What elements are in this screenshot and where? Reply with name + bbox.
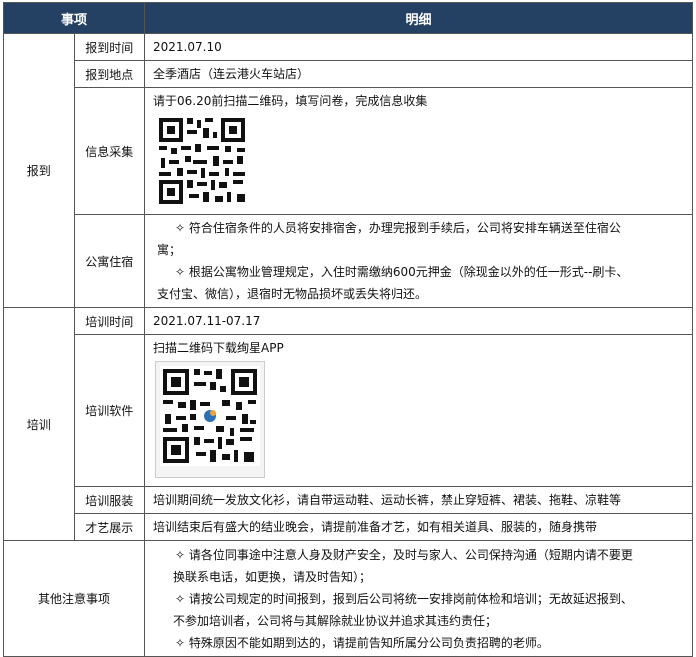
apt-detail: ✧ 符合住宿条件的人员将安排宿舍，办理完报到手续后，公司将安排车辆送至住宿公 寓… bbox=[144, 214, 693, 308]
talent-label: 才艺展示 bbox=[73, 513, 145, 541]
report-time-value: 2021.07.10 bbox=[144, 33, 693, 61]
software-text: 扫描二维码下载绚星APP bbox=[153, 341, 284, 355]
table-row: 信息采集 请于06.20前扫描二维码，填写问卷，完成信息收集 bbox=[4, 87, 693, 215]
app-download-qr-code[interactable] bbox=[160, 366, 260, 466]
apt-line: 寓； bbox=[157, 243, 182, 257]
table-row: 报到地点 全季酒店（连云港火车站店） bbox=[4, 60, 693, 88]
note-line: 换联系电话，如更换，请及时告知）； bbox=[173, 569, 372, 584]
report-place-label: 报到地点 bbox=[73, 60, 145, 88]
header-detail: 明细 bbox=[144, 2, 693, 34]
apt-line: ✧ 根据公寓物业管理规定，入住时需缴纳600元押金（除现金以外的任一形式--刷卡… bbox=[175, 265, 629, 279]
table-row: 培训软件 扫描二维码下载绚星APP bbox=[4, 334, 693, 487]
note-line: 不参加培训者，公司将与其解除就业协议并追求其违约责任； bbox=[173, 613, 498, 628]
note-line: ✧ 特殊原因不能如期到达的，请提前告知所属分公司负责招聘的老师。 bbox=[175, 635, 549, 650]
table-row: 培训 培训时间 2021.07.11-07.17 bbox=[3, 307, 693, 541]
software-label: 培训软件 bbox=[73, 334, 145, 487]
category-report: 报到 bbox=[3, 33, 75, 308]
table-row: 报到 报到时间 2021.07.10 bbox=[3, 33, 693, 308]
apt-label: 公寓住宿 bbox=[73, 214, 145, 308]
table-row: 培训服装 培训期间统一发放文化衫，请自带运动鞋、运动长裤，禁止穿短裤、裙装、拖鞋… bbox=[4, 486, 693, 514]
talent-value: 培训结束后有盛大的结业晚会，请提前准备才艺，如有相关道具、服装的，随身携带 bbox=[144, 513, 693, 541]
category-training: 培训 bbox=[3, 307, 75, 541]
survey-qr-code[interactable] bbox=[157, 116, 247, 206]
training-time-label: 培训时间 bbox=[73, 307, 145, 335]
table-header-row: 事项 明细 bbox=[3, 2, 693, 34]
uniform-label: 培训服装 bbox=[73, 486, 145, 514]
info-label: 信息采集 bbox=[73, 87, 145, 215]
note-line: ✧ 请各位同事途中注意人身及财产安全，及时与家人、公司保持沟通（短期内请不要更 bbox=[175, 547, 633, 562]
header-item: 事项 bbox=[3, 2, 145, 34]
category-notes: 其他注意事项 bbox=[3, 540, 145, 657]
apt-line: 支付宝、微信），退宿时无物品损坏或丢失将归还。 bbox=[157, 287, 428, 301]
report-time-label: 报到时间 bbox=[73, 33, 145, 61]
training-time-value: 2021.07.11-07.17 bbox=[144, 307, 693, 335]
onboarding-table: 事项 明细 报到 报到时间 2021.07.10 报到地点 全季酒店（连云港火车… bbox=[3, 2, 693, 657]
table-row: 公寓住宿 ✧ 符合住宿条件的人员将安排宿舍，办理完报到手续后，公司将安排车辆送至… bbox=[4, 214, 693, 308]
info-text: 请于06.20前扫描二维码，填写问卷，完成信息收集 bbox=[153, 94, 428, 108]
report-place-value: 全季酒店（连云港火车站店） bbox=[144, 60, 693, 88]
table-row: 才艺展示 培训结束后有盛大的结业晚会，请提前准备才艺，如有相关道具、服装的，随身… bbox=[4, 513, 693, 541]
uniform-value: 培训期间统一发放文化衫，请自带运动鞋、运动长裤，禁止穿短裤、裙装、拖鞋、凉鞋等 bbox=[144, 486, 693, 514]
table-row: 其他注意事项 ✧ 请各位同事途中注意人身及财产安全，及时与家人、公司保持沟通（短… bbox=[3, 540, 693, 657]
note-line: ✧ 请按公司规定的时间报到，报到后公司将统一安排岗前体检和培训；无故延迟报到、 bbox=[175, 591, 633, 606]
apt-line: ✧ 符合住宿条件的人员将安排宿舍，办理完报到手续后，公司将安排车辆送至住宿公 bbox=[175, 221, 621, 235]
app-qr-frame bbox=[155, 361, 265, 478]
notes-detail: ✧ 请各位同事途中注意人身及财产安全，及时与家人、公司保持沟通（短期内请不要更 … bbox=[144, 540, 693, 657]
